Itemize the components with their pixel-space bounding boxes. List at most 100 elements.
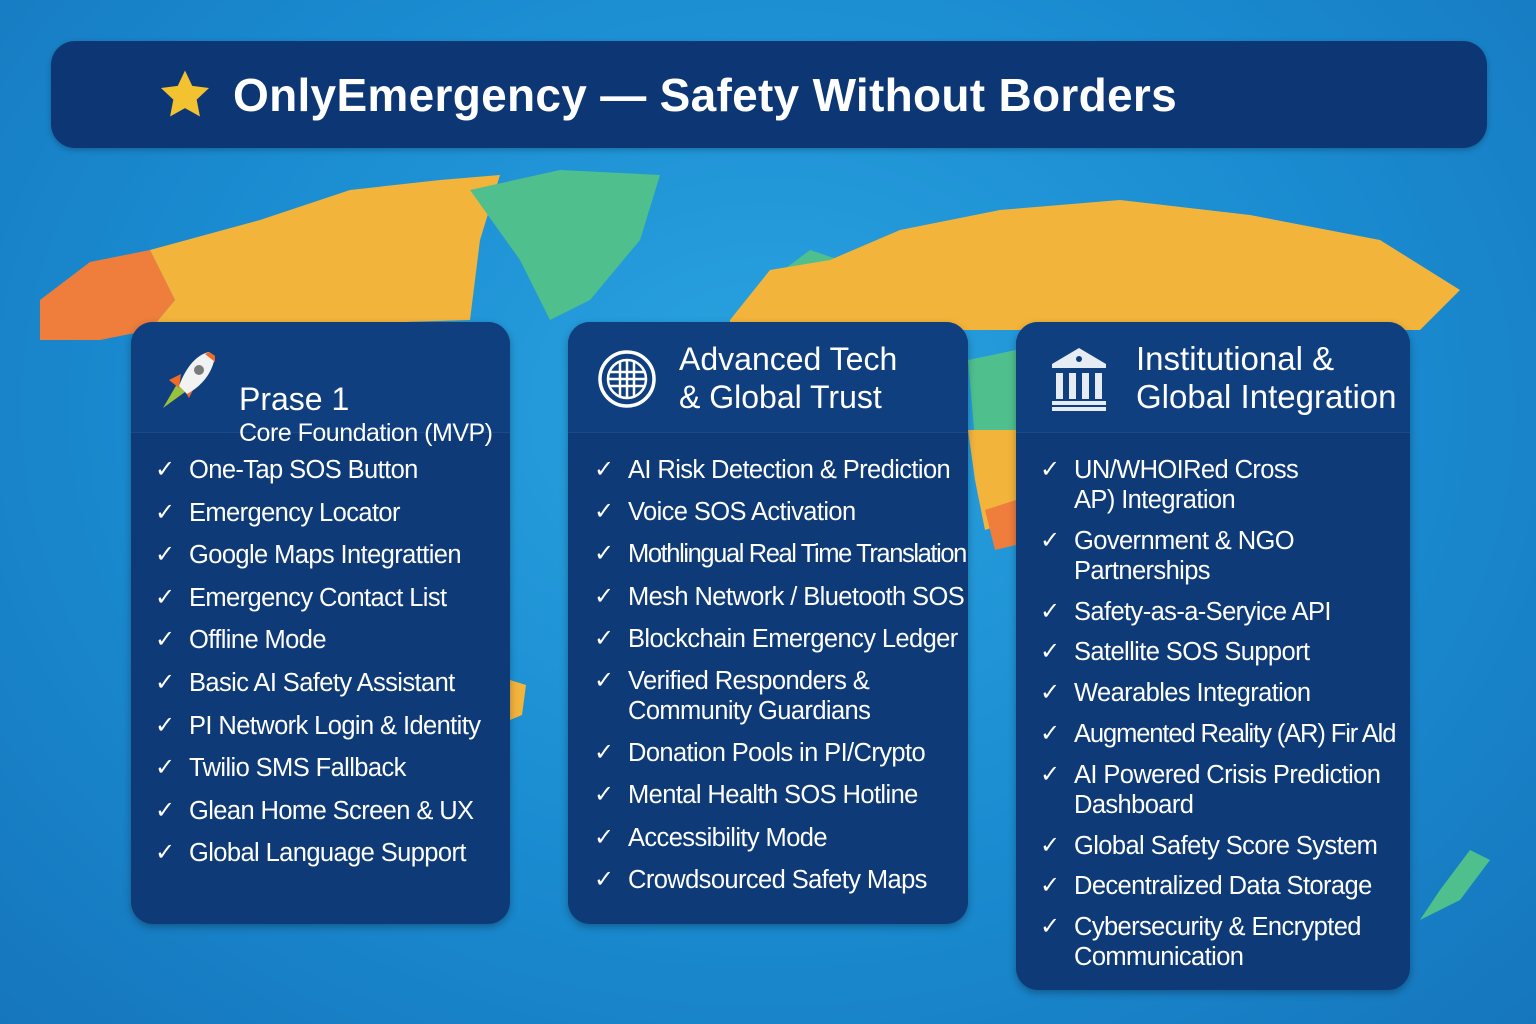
check-icon: ✓ [594,823,614,851]
check-icon: ✓ [155,711,175,739]
institution-icon [1052,348,1106,411]
check-icon: ✓ [155,456,175,483]
list-item: ✓ Accessibility Mode [594,823,966,853]
check-icon: ✓ [594,582,614,610]
check-icon: ✓ [594,781,614,809]
institutional-card: Institutional & Global Integration ✓ UN/W… [1016,322,1410,990]
card-subtitle: Core Foundation (MVP) [239,419,493,447]
list-item: ✓ Crowdsourced Safety Maps [594,865,966,895]
list-item: ✓ Global Safety Score System [1040,831,1395,861]
list-item: ✓ Offline Mode [155,625,480,655]
list-item: ✓ Mothlingual Real Time Translation [594,539,967,569]
list-item: ✓ Verified Responders & Community Guardia… [594,666,966,726]
card-title: Prase 1 [239,381,350,417]
feature-list: ✓ UN/WHOIRed Cross AP) Integration ✓ Gover… [1040,455,1396,983]
check-icon: ✓ [1040,597,1060,625]
list-item: ✓ Mental Health SOS Hotline [594,780,966,810]
feature-list: ✓ AI Risk Detection & Prediction ✓ Voice S… [594,455,967,907]
map-asia-green [968,350,1016,440]
list-item: ✓ UN/WHOIRed Cross AP) Integration [1040,455,1395,515]
item-text: Donation Pools in PI/Crypto [628,739,926,768]
item-text: Decentralized Data Storage [1074,872,1372,901]
list-item: ✓ One-Tap SOS Button [155,455,480,485]
check-icon: ✓ [155,754,175,782]
check-icon: ✓ [155,498,175,526]
item-text: Safety-as-a-Seryice API [1074,597,1331,626]
item-text: Voice SOS Activation [628,498,856,527]
phase-1-card: Prase 1 Core Foundation (MVP) ✓ One-Tap S… [131,322,510,924]
item-text: AI Powered Crisis Prediction Dashboard [1074,760,1381,819]
item-text: Glean Home Screen & UX [189,796,474,825]
item-text: Verified Responders & Community Guardian… [628,666,871,725]
item-text: Cybersecurity & Encrypted Communication [1074,913,1361,972]
check-icon: ✓ [1040,456,1060,483]
list-item: ✓ Donation Pools in PI/Crypto [594,738,966,768]
item-text: Government & NGO Partnerships [1074,526,1295,585]
card-header: Institutional & Global Integration [1016,322,1410,433]
list-item: ✓ Cybersecurity & Encrypted Communication [1040,912,1395,972]
list-item: ✓ Blockchain Emergency Ledger [594,624,966,654]
check-icon: ✓ [155,796,175,824]
check-icon: ✓ [1040,913,1060,941]
map-greenland [470,170,660,320]
title-banner: OnlyEmergency — Safety Without Borders [51,41,1487,148]
globe-icon [598,350,656,408]
list-item: ✓ Government & NGO Partnerships [1040,526,1395,586]
list-item: ✓ Emergency Contact List [155,583,480,613]
list-item: ✓ Wearables Integration [1040,678,1395,708]
item-text: Mental Health SOS Hotline [628,781,918,810]
item-text: Google Maps Integrattien [189,541,462,570]
item-text: Global Safety Score System [1074,831,1378,860]
check-icon: ✓ [1040,760,1060,788]
check-icon: ✓ [594,540,614,568]
list-item: ✓ AI Risk Detection & Prediction [594,455,966,485]
check-icon: ✓ [594,865,614,893]
list-item: ✓ Emergency Locator [155,498,480,528]
advanced-tech-card: Advanced Tech & Global Trust ✓ AI Risk De… [568,322,968,924]
item-text: Accessibility Mode [628,823,828,852]
check-icon: ✓ [155,541,175,569]
check-icon: ✓ [594,456,614,483]
item-text: Emergency Locator [189,498,401,527]
list-item: ✓ PI Network Login & Identity [155,711,481,741]
card-header: Advanced Tech & Global Trust [568,322,968,433]
list-item: ✓ Mesh Network / Bluetooth SOS [594,582,966,612]
item-text: Mothlingual Real Time Translation [628,540,967,569]
check-icon: ✓ [1040,526,1060,554]
item-text: Basic AI Safety Assistant [189,668,455,697]
item-text: Global Language Support [189,839,466,868]
item-text: Blockchain Emergency Ledger [628,624,958,653]
item-text: Twilio SMS Fallback [189,754,406,783]
check-icon: ✓ [155,839,175,867]
check-icon: ✓ [1040,719,1060,747]
list-item: ✓ Augmented Reality (AR) Fir Ald [1040,719,1396,749]
item-text: AI Risk Detection & Prediction [628,456,951,484]
list-item: ✓ Twilio SMS Fallback [155,753,480,783]
check-icon: ✓ [1040,638,1060,666]
check-icon: ✓ [594,498,614,526]
item-text: UN/WHOIRed Cross AP) Integration [1074,456,1299,514]
feature-list: ✓ One-Tap SOS Button ✓ Emergency Locator ✓… [155,455,481,881]
card-title: Institutional & Global Integration [1136,340,1397,415]
check-icon: ✓ [594,624,614,652]
check-icon: ✓ [594,666,614,694]
check-icon: ✓ [155,626,175,654]
list-item: ✓ Glean Home Screen & UX [155,796,480,826]
list-item: ✓ Decentralized Data Storage [1040,871,1395,901]
item-text: PI Network Login & Identity [189,711,481,740]
item-text: Augmented Reality (AR) Fir Ald [1074,719,1396,748]
card-title: Advanced Tech & Global Trust [679,341,898,415]
map-new-zealand [1420,850,1490,920]
list-item: ✓ Global Language Support [155,838,480,868]
check-icon: ✓ [594,739,614,767]
check-icon: ✓ [1040,831,1060,859]
list-item: ✓ Voice SOS Activation [594,497,966,527]
item-text: Wearables Integration [1074,679,1311,708]
list-item: ✓ Basic AI Safety Assistant [155,668,480,698]
card-header: Prase 1 Core Foundation (MVP) [131,322,510,447]
rocket-icon [163,352,215,408]
check-icon: ✓ [155,583,175,611]
list-item: ✓ Google Maps Integrattien [155,540,480,570]
check-icon: ✓ [1040,679,1060,707]
map-africa-edge [510,680,526,720]
